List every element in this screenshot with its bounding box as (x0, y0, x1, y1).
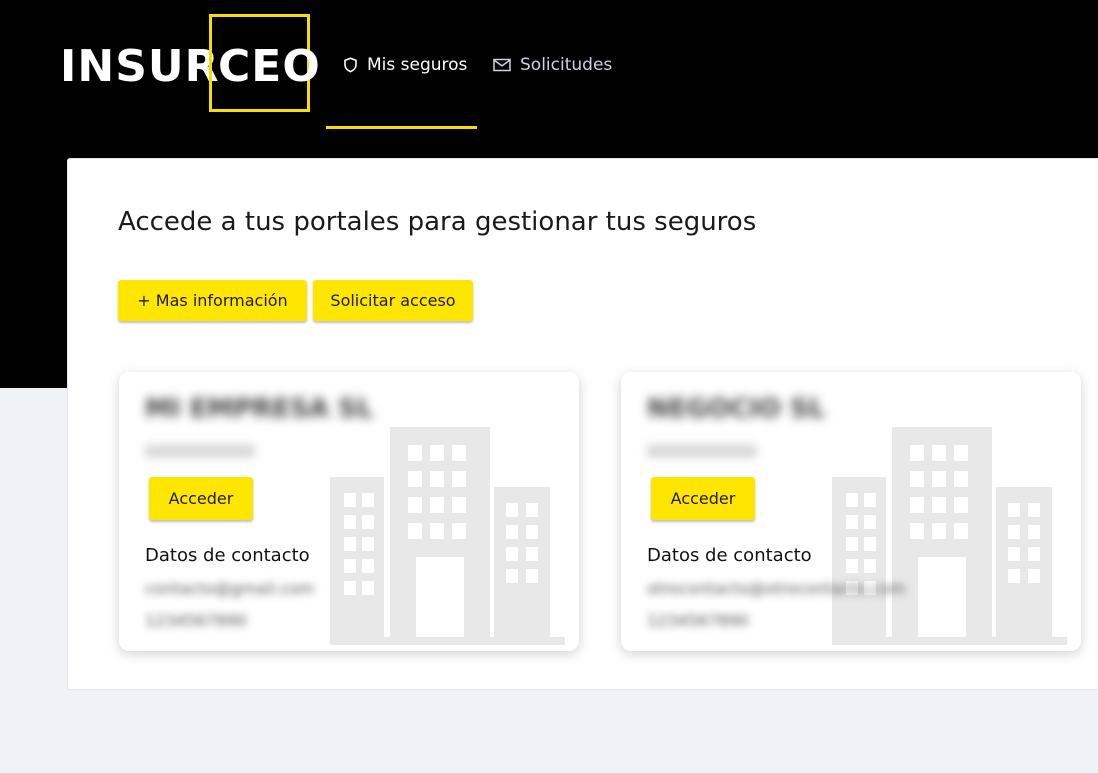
contact-email: otrocontacto@otrocontacto.com (647, 579, 906, 598)
company-card: NEGOCIO SL XXXXXXXXXX Acceder Datos de c… (621, 372, 1081, 651)
company-card: MI EMPRESA SL XXXXXXXXXX Acceder Datos d… (119, 372, 579, 651)
contact-phone: 1234567890 (647, 611, 749, 630)
company-name: MI EMPRESA SL (145, 394, 374, 424)
logo-highlight-box: CEO (209, 14, 320, 112)
nav-solicitudes[interactable]: Solicitudes (493, 54, 612, 76)
company-cif: XXXXXXXXXX (145, 442, 255, 461)
mail-icon (493, 58, 511, 72)
shield-icon (344, 57, 357, 73)
access-button[interactable]: Acceder (149, 477, 253, 520)
request-access-button[interactable]: Solicitar acceso (313, 280, 473, 321)
access-button[interactable]: Acceder (651, 477, 755, 520)
nav-label-solicitudes: Solicitudes (520, 55, 613, 75)
main-panel: Accede a tus portales para gestionar tus… (67, 158, 1098, 690)
building-icon (832, 427, 1067, 645)
active-tab-indicator (326, 126, 477, 129)
contact-phone: 1234567890 (145, 611, 247, 630)
company-name: NEGOCIO SL (647, 394, 826, 424)
page-title: Accede a tus portales para gestionar tus… (118, 207, 757, 237)
company-cif: XXXXXXXXXX (647, 442, 757, 461)
nav-mis-seguros[interactable]: Mis seguros (343, 54, 467, 76)
building-icon (330, 427, 565, 645)
contact-label: Datos de contacto (647, 545, 812, 566)
contact-email: contacto@gmail.com (145, 579, 315, 598)
contact-label: Datos de contacto (145, 545, 310, 566)
logo-text-ceo: CEO (218, 41, 321, 92)
more-info-button[interactable]: + Mas información (118, 280, 307, 321)
nav-label-mis-seguros: Mis seguros (367, 55, 468, 75)
logo-text-insur: INSUR (60, 41, 220, 92)
